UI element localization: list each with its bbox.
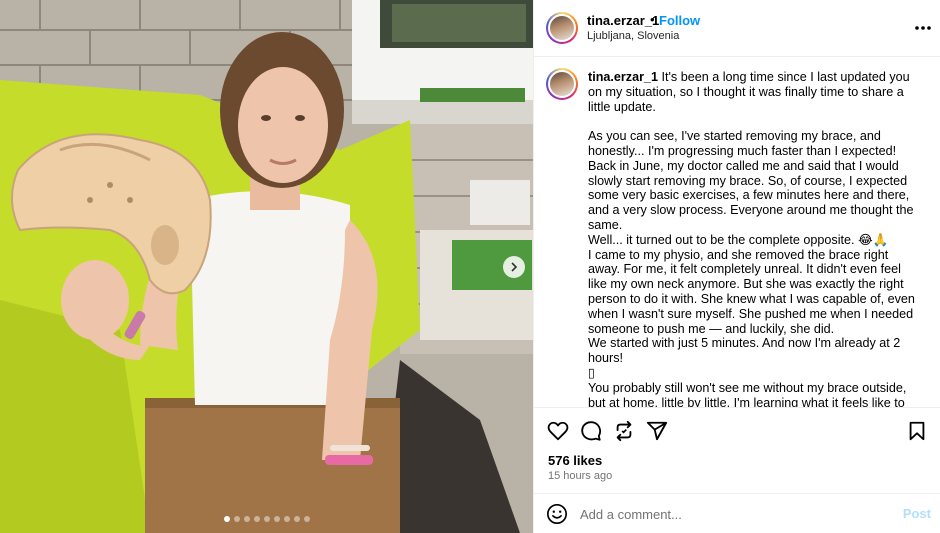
post-side-panel: tina.erzar_1 • Follow Ljubljana, Sloveni… <box>533 0 940 533</box>
caption-text: It's been a long time since I last updat… <box>588 70 915 407</box>
like-count[interactable]: 576 likes <box>548 453 602 468</box>
comment-bubble-icon[interactable] <box>580 420 602 442</box>
comment-input[interactable] <box>580 502 880 526</box>
chevron-right-icon <box>511 262 518 272</box>
comment-bar: Post <box>534 493 940 533</box>
carousel-dot <box>303 516 310 522</box>
carousel-dot <box>253 516 260 522</box>
carousel-dot <box>283 516 290 522</box>
post-timestamp[interactable]: 15 hours ago <box>548 470 612 482</box>
author-avatar[interactable] <box>546 12 578 44</box>
repost-icon[interactable] <box>613 420 635 442</box>
post-comment-button[interactable]: Post <box>903 506 931 521</box>
carousel-dot <box>273 516 280 522</box>
bookmark-icon[interactable] <box>906 420 928 442</box>
caption-username[interactable]: tina.erzar_1 <box>588 70 658 84</box>
carousel-indicator <box>0 516 533 522</box>
carousel-dot <box>293 516 300 522</box>
send-icon[interactable] <box>646 420 668 442</box>
carousel-dot <box>243 516 250 522</box>
post-photo <box>0 0 533 533</box>
follow-button[interactable]: Follow <box>659 13 700 28</box>
heart-icon[interactable] <box>547 420 569 442</box>
instagram-post: tina.erzar_1 • Follow Ljubljana, Sloveni… <box>0 0 940 533</box>
author-username[interactable]: tina.erzar_1 <box>587 13 659 28</box>
next-image-button[interactable] <box>503 256 525 278</box>
post-caption: tina.erzar_1 It's been a long time since… <box>588 70 918 407</box>
more-dots-icon[interactable] <box>913 18 933 38</box>
post-media[interactable] <box>0 0 533 533</box>
carousel-dot <box>233 516 240 522</box>
carousel-dot <box>223 516 230 522</box>
caption-area[interactable]: tina.erzar_1 It's been a long time since… <box>534 58 940 407</box>
post-location[interactable]: Ljubljana, Slovenia <box>587 30 679 42</box>
carousel-dot <box>263 516 270 522</box>
post-header: tina.erzar_1 • Follow Ljubljana, Sloveni… <box>534 0 940 57</box>
dot-separator: • <box>650 12 655 27</box>
emoji-icon[interactable] <box>546 503 568 525</box>
caption-avatar[interactable] <box>546 68 578 100</box>
